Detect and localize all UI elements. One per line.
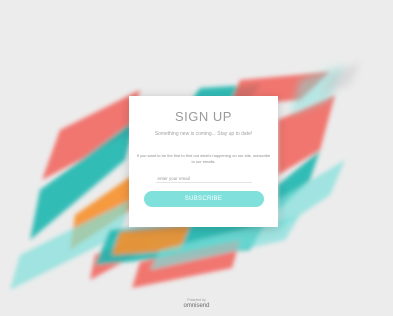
footer: Powered by omnisend <box>0 298 393 309</box>
page: SIGN UP Something new is coming... Stay … <box>0 0 393 316</box>
powered-by-label: Powered by <box>187 298 206 302</box>
signup-card: SIGN UP Something new is coming... Stay … <box>129 96 278 227</box>
subscribe-button[interactable]: SUBSCRIBE <box>143 191 264 207</box>
signup-subtitle: Something new is coming... Stay up to da… <box>154 131 253 137</box>
signup-description: If you want to be the first to find out … <box>136 153 271 164</box>
brand-logo[interactable]: omnisend <box>0 303 393 309</box>
email-field[interactable]: enter your email <box>155 174 252 183</box>
signup-title: SIGN UP <box>175 109 232 124</box>
